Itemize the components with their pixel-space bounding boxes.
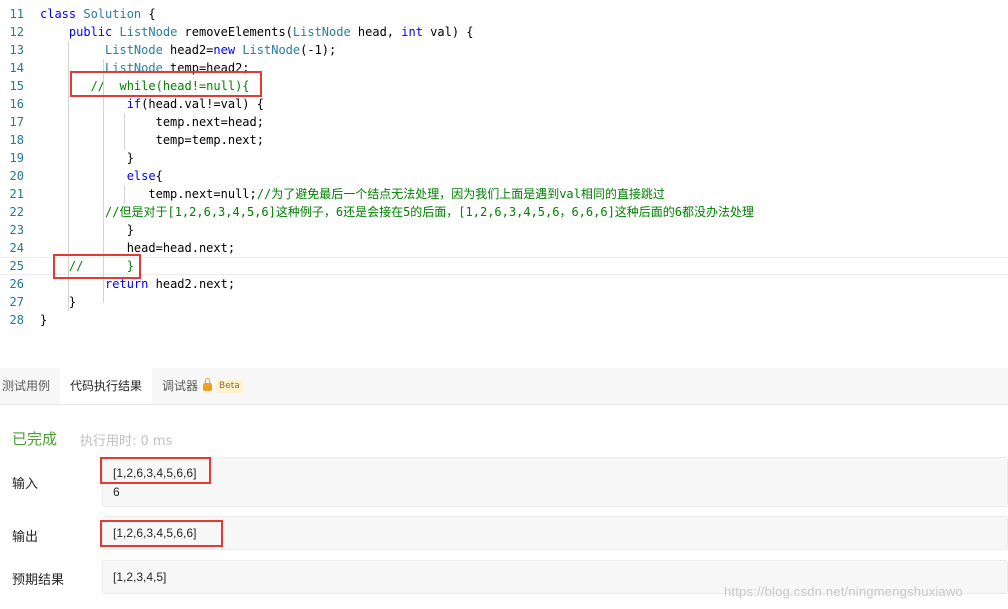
tab-test-cases[interactable]: 测试用例 xyxy=(0,368,58,404)
line-number: 19 xyxy=(9,151,24,165)
code-line[interactable]: 12 public ListNode removeElements(ListNo… xyxy=(0,23,1008,41)
input-box[interactable]: [1,2,6,3,4,5,6,6] 6 xyxy=(102,457,1008,507)
annotation-box-while xyxy=(70,71,262,97)
tab-debugger[interactable]: 调试器 Beta xyxy=(162,368,262,404)
line-number: 24 xyxy=(9,241,24,255)
code-editor[interactable]: 11 class Solution { 12 public ListNode rem… xyxy=(0,0,1008,340)
line-number: 23 xyxy=(9,223,24,237)
code-line[interactable]: 16 if(head.val!=val) { xyxy=(0,95,1008,113)
tab-execution-result[interactable]: 代码执行结果 xyxy=(60,368,152,404)
indent-guide xyxy=(124,185,125,203)
watermark: https://blog.csdn.net/ningmengshuxiawo xyxy=(724,584,963,599)
code-line[interactable]: 18 temp=temp.next; xyxy=(0,131,1008,149)
line-number: 28 xyxy=(9,313,24,327)
expected-label: 预期结果 xyxy=(12,573,65,588)
line-number: 12 xyxy=(9,25,24,39)
expected-value: [1,2,3,4,5] xyxy=(113,570,167,584)
line-number: 17 xyxy=(9,115,24,129)
code-text: else{ xyxy=(126,169,163,183)
code-line[interactable]: 27 } xyxy=(0,293,1008,311)
code-line[interactable]: 25 // } xyxy=(0,257,1008,275)
line-number: 20 xyxy=(9,169,24,183)
status-text: 已完成 xyxy=(12,430,58,448)
code-line[interactable]: 21 temp.next=null;//为了避免最后一个结点无法处理，因为我们上… xyxy=(0,185,1008,203)
code-line[interactable]: 26 return head2.next; xyxy=(0,275,1008,293)
tab-test-cases-label: 测试用例 xyxy=(2,379,51,393)
code-line[interactable]: 13 ListNode head2=new ListNode(-1); xyxy=(0,41,1008,59)
code-text: } xyxy=(40,151,134,165)
line-number: 14 xyxy=(9,61,24,75)
lock-icon xyxy=(203,377,213,391)
line-number: 16 xyxy=(9,97,24,111)
code-line[interactable]: 11 class Solution { xyxy=(0,5,1008,23)
code-text: if(head.val!=val) { xyxy=(126,97,264,111)
code-text: class Solution { xyxy=(40,7,156,21)
code-line[interactable]: 24 head=head.next; xyxy=(0,239,1008,257)
code-text: } xyxy=(40,223,134,237)
line-number: 27 xyxy=(9,295,24,309)
result-panel: 测试用例 代码执行结果 调试器 Beta 已完成 执行用时: 0 ms 输入 [1… xyxy=(0,368,1008,609)
beta-badge: Beta xyxy=(216,380,243,393)
tab-execution-result-label: 代码执行结果 xyxy=(69,379,142,393)
annotation-box-close-brace xyxy=(53,254,141,279)
exec-time: 执行用时: 0 ms xyxy=(80,434,173,449)
code-line[interactable]: 23 } xyxy=(0,221,1008,239)
input-value-target: 6 xyxy=(113,485,120,499)
line-number: 22 xyxy=(9,205,24,219)
code-text: //但是对于[1,2,6,3,4,5,6]这种例子，6还是会接在5的后面，[1,… xyxy=(105,205,755,219)
line-number: 15 xyxy=(9,79,24,93)
code-line[interactable]: 22 //但是对于[1,2,6,3,4,5,6]这种例子，6还是会接在5的后面，… xyxy=(0,203,1008,221)
code-line[interactable]: 20 else{ xyxy=(0,167,1008,185)
code-text: temp=temp.next; xyxy=(40,133,264,147)
annotation-box-input xyxy=(100,457,211,484)
code-text: ListNode head2=new ListNode(-1); xyxy=(105,43,337,57)
indent-guide xyxy=(124,113,125,149)
code-text: } xyxy=(40,313,48,327)
input-label: 输入 xyxy=(12,477,39,492)
annotation-box-output xyxy=(100,520,223,547)
tab-bar: 测试用例 代码执行结果 调试器 Beta xyxy=(0,368,1008,405)
line-number: 13 xyxy=(9,43,24,57)
line-number: 18 xyxy=(9,133,24,147)
code-text: } xyxy=(40,295,77,309)
code-line[interactable]: 17 temp.next=head; xyxy=(0,113,1008,131)
code-text: temp.next=head; xyxy=(40,115,264,129)
tab-debugger-label: 调试器 xyxy=(162,379,199,393)
output-label: 输出 xyxy=(12,530,39,545)
code-line[interactable]: 19 } xyxy=(0,149,1008,167)
line-number: 11 xyxy=(9,7,24,21)
line-number: 21 xyxy=(9,187,24,201)
line-number: 25 xyxy=(9,259,24,273)
code-text: temp.next=null;//为了避免最后一个结点无法处理，因为我们上面是遇… xyxy=(40,187,665,201)
output-box[interactable]: [1,2,6,3,4,5,6,6] xyxy=(102,516,1008,550)
code-line[interactable]: 28} xyxy=(0,311,1008,329)
line-number: 26 xyxy=(9,277,24,291)
code-text: public ListNode removeElements(ListNode … xyxy=(68,25,474,39)
